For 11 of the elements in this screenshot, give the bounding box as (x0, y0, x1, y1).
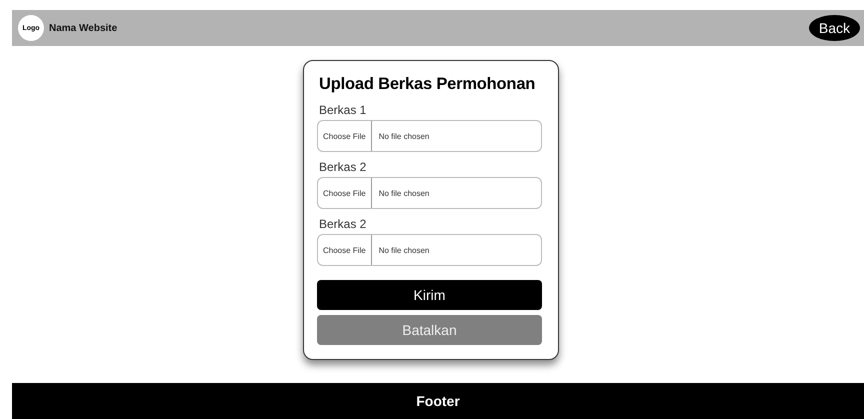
back-button[interactable]: Back (808, 15, 860, 41)
file-input[interactable]: Choose File No file chosen (317, 177, 542, 209)
submit-button[interactable]: Kirim (317, 280, 542, 310)
field-label: Berkas 1 (319, 103, 368, 117)
field-label: Berkas 2 (319, 217, 368, 231)
card-title: Upload Berkas Permohonan (319, 75, 536, 94)
file-input[interactable]: Choose File No file chosen (317, 120, 542, 152)
site-name: Nama Website (49, 22, 118, 34)
field-label: Berkas 2 (319, 160, 368, 174)
footer-text: Footer (416, 393, 460, 409)
file-input[interactable]: Choose File No file chosen (317, 234, 542, 266)
